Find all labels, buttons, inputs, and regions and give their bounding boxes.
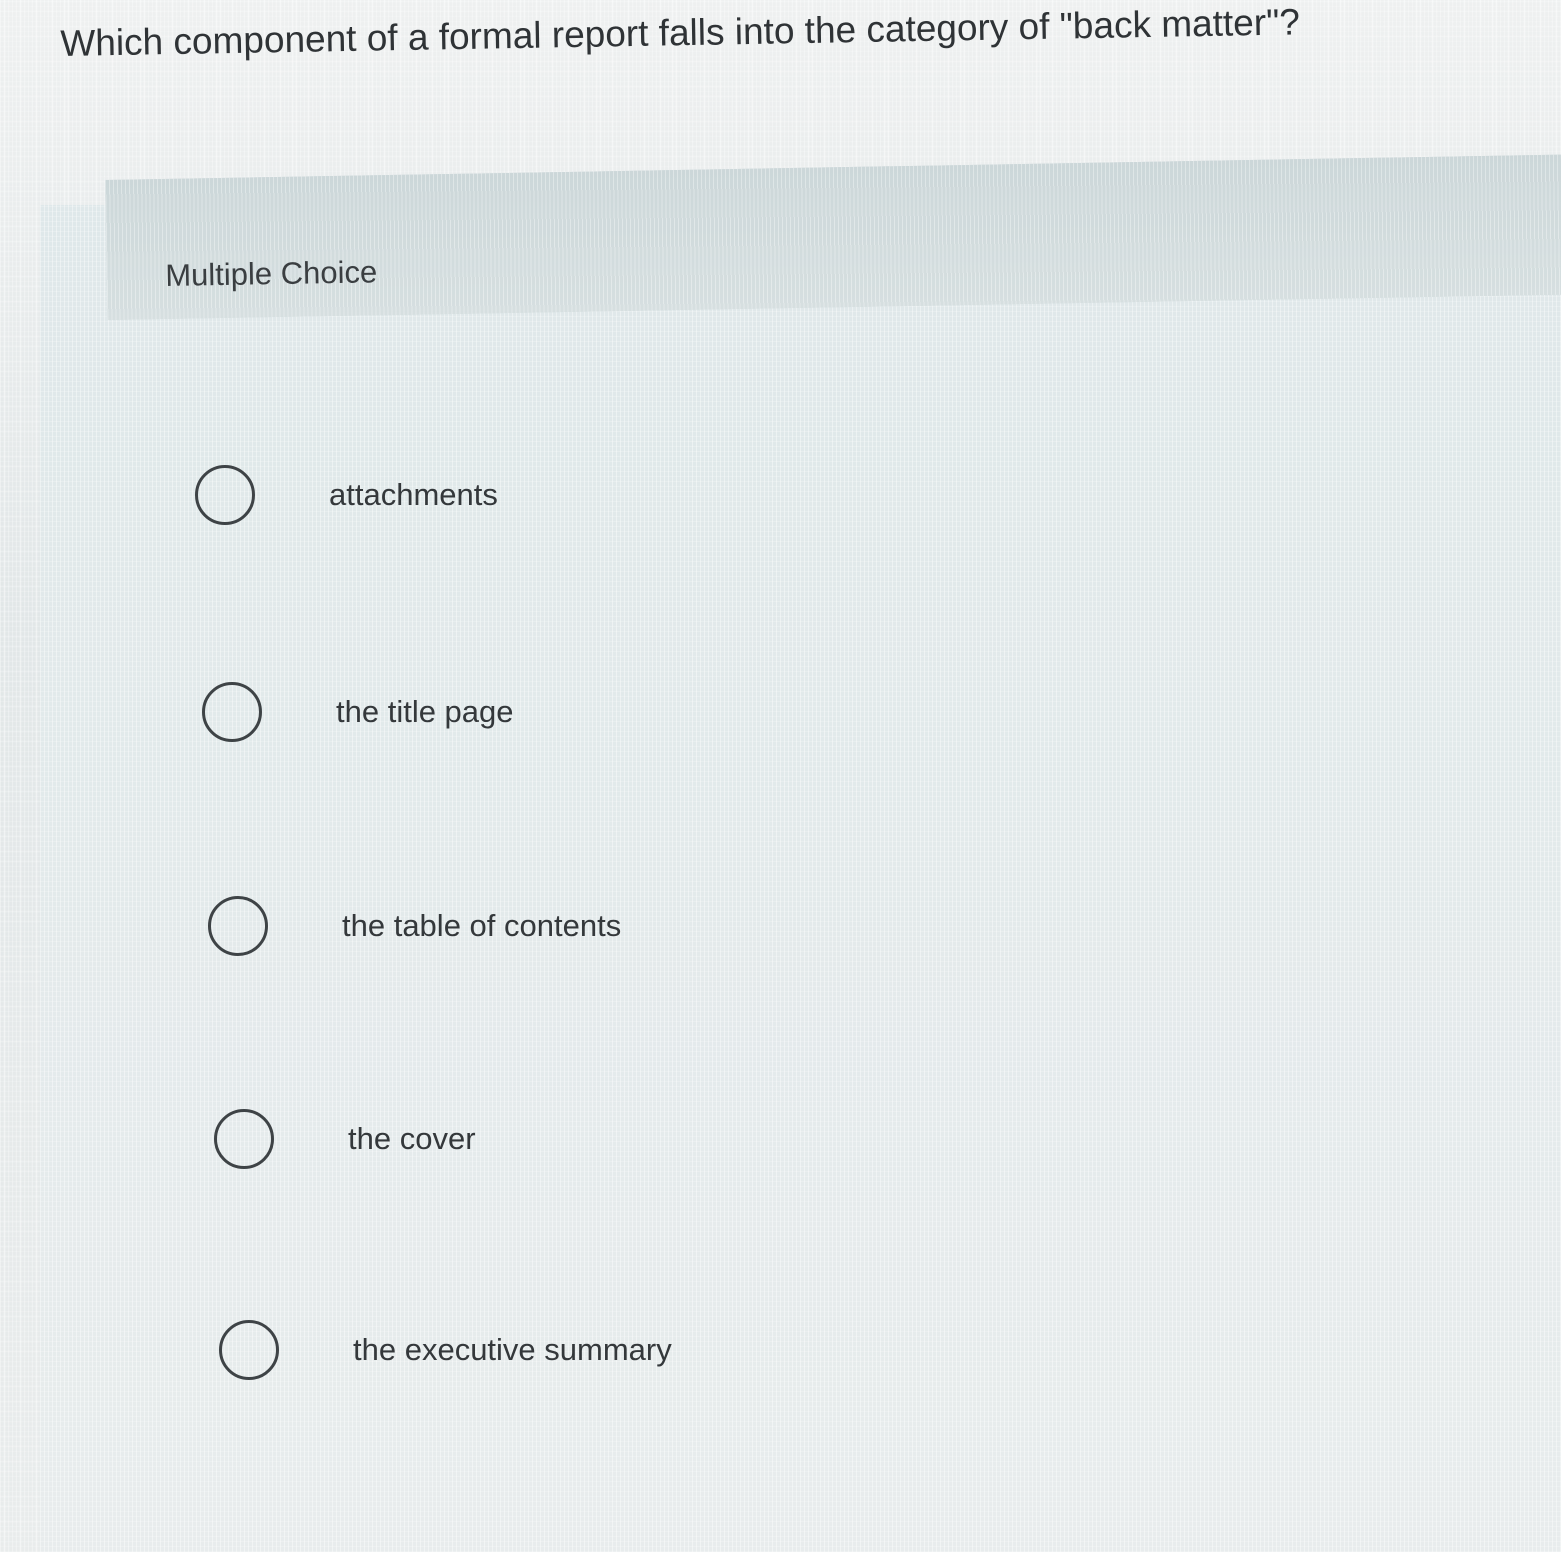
answer-option-cover[interactable]: the cover bbox=[214, 1104, 476, 1174]
answer-option-attachments[interactable]: attachments bbox=[195, 460, 498, 530]
radio-unchecked-icon[interactable] bbox=[208, 896, 268, 956]
radio-unchecked-icon[interactable] bbox=[195, 465, 255, 525]
answer-option-label[interactable]: the executive summary bbox=[353, 1332, 672, 1368]
radio-unchecked-icon[interactable] bbox=[219, 1320, 279, 1380]
question-text: Which component of a formal report falls… bbox=[60, 1, 1301, 64]
answer-option-label[interactable]: the title page bbox=[336, 694, 514, 730]
answer-option-table-of-contents[interactable]: the table of contents bbox=[208, 891, 621, 961]
answer-option-label[interactable]: the cover bbox=[348, 1121, 476, 1157]
answer-option-label[interactable]: attachments bbox=[329, 477, 498, 513]
question-type-label: Multiple Choice bbox=[165, 254, 378, 293]
answer-option-label[interactable]: the table of contents bbox=[342, 908, 621, 944]
answer-option-title-page[interactable]: the title page bbox=[202, 677, 514, 747]
panel-header-band bbox=[105, 154, 1561, 320]
radio-unchecked-icon[interactable] bbox=[214, 1109, 274, 1169]
answer-option-executive-summary[interactable]: the executive summary bbox=[219, 1315, 672, 1385]
radio-unchecked-icon[interactable] bbox=[202, 682, 262, 742]
